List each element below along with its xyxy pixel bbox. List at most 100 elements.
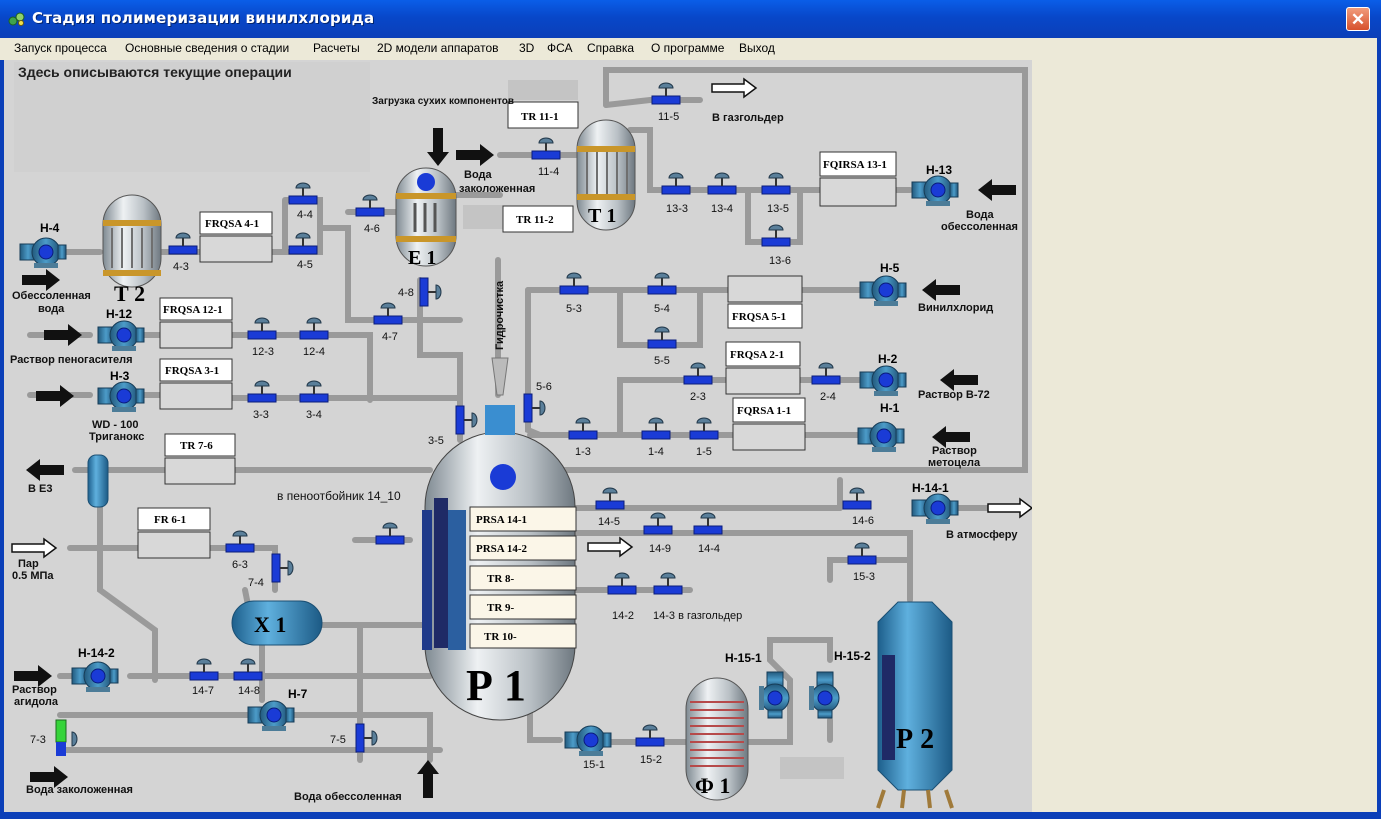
e1-label: Е 1 (408, 247, 436, 269)
heat-exchanger-x1[interactable]: Х 1 (231, 600, 323, 646)
svg-text:7-4: 7-4 (248, 577, 264, 589)
svg-text:13-5: 13-5 (767, 203, 789, 215)
instr-prsa-14-1[interactable]: PRSA 14-1 (469, 506, 577, 532)
svg-text:Н-1: Н-1 (880, 401, 900, 415)
svg-text:11-4: 11-4 (538, 166, 559, 178)
menu-item-start[interactable]: Запуск процесса (14, 41, 107, 55)
window-title: Стадия полимеризации винилхлорида (32, 9, 375, 27)
svg-text:FRQSA 2-1: FRQSA 2-1 (730, 349, 784, 361)
instr-prsa-14-2[interactable]: PRSA 14-2 (469, 535, 577, 561)
window-titlebar: Стадия полимеризации винилхлорида ✕ (0, 0, 1381, 38)
menu-item-3d[interactable]: 3D (519, 41, 534, 55)
menu-item-exit[interactable]: Выход (739, 41, 775, 55)
t1-label: Т 1 (588, 205, 616, 227)
svg-text:Н-4: Н-4 (40, 221, 60, 235)
instr-fr-6-1[interactable]: FR 6-1 (137, 507, 211, 559)
svg-text:Н-3: Н-3 (110, 369, 130, 383)
svg-text:14-6: 14-6 (852, 515, 874, 527)
svg-text:FRQSA 4-1: FRQSA 4-1 (205, 218, 259, 230)
svg-text:4-7: 4-7 (382, 331, 398, 343)
vessel-t1[interactable]: Т 1 (576, 119, 636, 231)
separator[interactable] (87, 454, 109, 508)
label-water-in2: заколоженная (459, 183, 535, 195)
svg-text:TR 9-: TR 9- (487, 602, 515, 614)
menu-bar: Запуск процесса Основные сведения о стад… (0, 38, 1381, 60)
label-demin-water-t2b: вода (38, 303, 65, 315)
svg-text:3-5: 3-5 (428, 435, 444, 447)
label-water-low: Вода заколоженная (26, 784, 133, 796)
instr-fqrsa-1-1[interactable]: FQRSA 1-1 (732, 397, 806, 451)
label-loading: Загрузка сухих компонентов (372, 96, 514, 107)
instr-tr-10[interactable]: TR 10- (469, 623, 577, 649)
instr-tr-11-2[interactable]: TR 11-2 (502, 205, 574, 233)
svg-text:14-4: 14-4 (698, 543, 720, 555)
svg-text:7-5: 7-5 (330, 734, 346, 746)
svg-text:3-4: 3-4 (306, 409, 322, 421)
label-antifoam: Раствор пеногасителя (10, 354, 133, 366)
svg-text:5-6: 5-6 (536, 381, 552, 393)
app-icon (8, 12, 25, 26)
instr-frqsa-2-1[interactable]: FRQSA 2-1 (725, 341, 801, 395)
label-agidol1: Раствор (12, 684, 57, 696)
menu-item-calc[interactable]: Расчеты (313, 41, 360, 55)
window-border-bottom (0, 812, 1381, 819)
svg-text:Н-14-1: Н-14-1 (912, 481, 949, 495)
svg-text:5-4: 5-4 (654, 303, 670, 315)
instr-tr-11-1[interactable]: TR 11-1 (507, 101, 579, 129)
label-water-demin-low: Вода обессоленная (294, 791, 402, 803)
vessel-e1[interactable]: Е 1 (395, 167, 457, 269)
menu-item-info[interactable]: Основные сведения о стадии (125, 41, 289, 55)
filter-f1[interactable]: Ф 1 (685, 677, 749, 801)
label-water-13: Вода (966, 209, 995, 221)
instr-frqsa-5-1[interactable]: FRQSA 5-1 (727, 275, 803, 329)
svg-text:3-3: 3-3 (253, 409, 269, 421)
instr-frqsa-4-1[interactable]: FRQSA 4-1 (199, 211, 273, 263)
operations-text: Здесь описываются текущие операции (18, 64, 292, 80)
svg-text:Н-13: Н-13 (926, 163, 952, 177)
instr-frqsa-12-1[interactable]: FRQSA 12-1 (159, 297, 233, 349)
svg-text:2-4: 2-4 (820, 391, 836, 403)
svg-text:FRQSA 5-1: FRQSA 5-1 (732, 311, 786, 323)
svg-text:1-4: 1-4 (648, 446, 664, 458)
t2-label: Т 2 (114, 281, 145, 306)
valve-15-1-label: 15-1 (583, 759, 605, 771)
label-steam1: Пар (18, 558, 39, 570)
menu-item-2d[interactable]: 2D модели аппаратов (377, 41, 499, 55)
label-to-gasholder: В газгольдер (712, 112, 784, 124)
menu-item-fsa[interactable]: ФСА (547, 41, 573, 55)
svg-text:14-5: 14-5 (598, 516, 620, 528)
instr-tr-9[interactable]: TR 9- (469, 594, 577, 620)
label-b72: Раствор В-72 (918, 389, 990, 401)
svg-text:FR 6-1: FR 6-1 (154, 514, 186, 526)
svg-text:14-3 в газгольдер: 14-3 в газгольдер (653, 610, 742, 622)
svg-text:Н-14-2: Н-14-2 (78, 646, 115, 660)
svg-text:Н-15-1: Н-15-1 (725, 651, 762, 665)
p2-label: Р 2 (896, 724, 934, 755)
svg-text:14-9: 14-9 (649, 543, 671, 555)
svg-text:TR 7-6: TR 7-6 (180, 440, 213, 452)
svg-text:TR 11-2: TR 11-2 (516, 214, 554, 226)
menu-item-about[interactable]: О программе (651, 41, 724, 55)
close-button[interactable]: ✕ (1346, 7, 1370, 31)
instr-fqirsa-13-1[interactable]: FQIRSA 13-1 (819, 151, 897, 207)
svg-text:15-1: 15-1 (583, 759, 605, 771)
r1-label: Р 1 (466, 661, 526, 710)
instr-tr-8[interactable]: TR 8- (469, 565, 577, 591)
svg-text:FQRSA 1-1: FQRSA 1-1 (737, 405, 791, 417)
svg-text:1-3: 1-3 (575, 446, 591, 458)
vessel-p2[interactable]: Р 2 (876, 601, 954, 809)
svg-text:TR 10-: TR 10- (484, 631, 517, 643)
svg-text:13-4: 13-4 (711, 203, 733, 215)
menu-item-help[interactable]: Справка (587, 41, 634, 55)
label-agidol2: агидола (14, 696, 59, 708)
instr-frqsa-3-1[interactable]: FRQSA 3-1 (159, 358, 233, 410)
label-to-e3: В Е3 (28, 483, 52, 495)
svg-text:14-8: 14-8 (238, 685, 260, 697)
right-empty-panel (1032, 62, 1377, 812)
instr-tr-7-6[interactable]: TR 7-6 (164, 433, 236, 485)
label-vinylchloride: Винилхлорид (918, 302, 993, 314)
label-methocel: Раствор (932, 445, 977, 457)
svg-text:Н-12: Н-12 (106, 307, 132, 321)
svg-text:FRQSA 3-1: FRQSA 3-1 (165, 365, 219, 377)
svg-text:2-3: 2-3 (690, 391, 706, 403)
